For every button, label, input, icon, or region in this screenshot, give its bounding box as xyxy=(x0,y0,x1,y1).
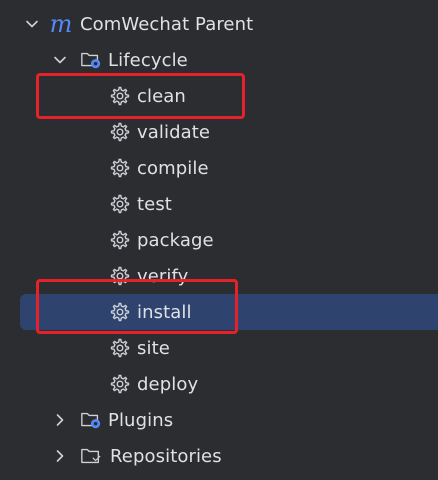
gear-icon xyxy=(108,85,130,107)
plugins-label: Plugins xyxy=(108,409,174,431)
gear-icon xyxy=(108,301,130,323)
lifecycle-phase-test[interactable]: test xyxy=(0,186,438,222)
phase-label: deploy xyxy=(137,373,199,395)
tree-node-plugins[interactable]: Plugins xyxy=(0,402,438,438)
chevron-down-icon[interactable] xyxy=(52,52,68,68)
phase-label: validate xyxy=(137,121,211,143)
gear-icon xyxy=(108,337,130,359)
folder-icon xyxy=(80,445,102,467)
gear-icon xyxy=(108,265,130,287)
tree-node-repositories[interactable]: Repositories xyxy=(0,438,438,474)
maven-tool-window-tree: m ComWechat Parent Lifecycle clean valid… xyxy=(0,0,438,480)
gear-icon xyxy=(108,373,130,395)
chevron-right-icon[interactable] xyxy=(52,412,68,428)
tree-node-root[interactable]: m ComWechat Parent xyxy=(0,6,438,42)
lifecycle-phase-compile[interactable]: compile xyxy=(0,150,438,186)
phase-label: verify xyxy=(137,265,189,287)
root-label: ComWechat Parent xyxy=(80,13,254,35)
folder-gear-icon xyxy=(80,49,102,71)
gear-icon xyxy=(108,157,130,179)
lifecycle-phase-validate[interactable]: validate xyxy=(0,114,438,150)
lifecycle-phase-verify[interactable]: verify xyxy=(0,258,438,294)
gear-icon xyxy=(108,193,130,215)
lifecycle-phase-install[interactable]: install xyxy=(0,294,438,330)
lifecycle-phase-site[interactable]: site xyxy=(0,330,438,366)
phase-label: package xyxy=(137,229,214,251)
phase-label: compile xyxy=(137,157,209,179)
lifecycle-label: Lifecycle xyxy=(108,49,188,71)
chevron-right-icon[interactable] xyxy=(52,448,68,464)
phase-label: site xyxy=(137,337,170,359)
lifecycle-phase-package[interactable]: package xyxy=(0,222,438,258)
gear-icon xyxy=(108,121,130,143)
tree-node-lifecycle[interactable]: Lifecycle xyxy=(0,42,438,78)
phase-label: install xyxy=(137,301,192,323)
lifecycle-phase-deploy[interactable]: deploy xyxy=(0,366,438,402)
repositories-label: Repositories xyxy=(110,445,222,467)
chevron-down-icon[interactable] xyxy=(24,16,40,32)
phase-label: test xyxy=(137,193,172,215)
phase-label: clean xyxy=(137,85,186,107)
lifecycle-phase-clean[interactable]: clean xyxy=(0,78,438,114)
gear-icon xyxy=(108,229,130,251)
folder-gear-icon xyxy=(80,409,102,431)
maven-m-icon: m xyxy=(49,10,73,38)
